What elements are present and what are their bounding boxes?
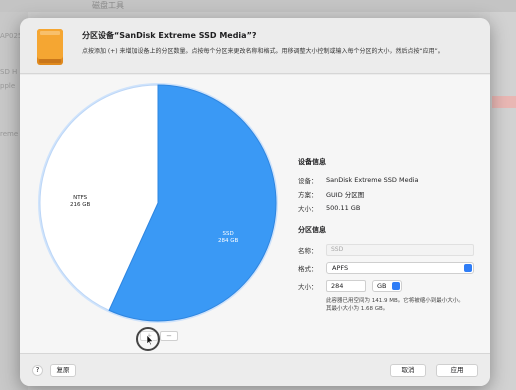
background-right-pane (490, 12, 516, 390)
background-accent (492, 96, 516, 108)
background-titlebar: 磁盘工具 (0, 0, 516, 12)
device-info-title: 设备信息 (298, 158, 326, 166)
device-label: 设备： (298, 177, 318, 185)
device-size-row: 大小： 500.11 GB (298, 201, 484, 215)
device-row: 设备： SanDisk Extreme SSD Media (298, 173, 484, 187)
pointer-cursor-icon (146, 335, 154, 345)
size-note-line1: 此容器已用空间为 141.9 MB。它将被缩小到最小大小。 (326, 298, 464, 304)
size-row: 大小： 284 GB (298, 277, 484, 295)
info-panel: 设备信息 设备： SanDisk Extreme SSD Media 方案： G… (298, 157, 484, 313)
external-drive-icon (37, 29, 63, 65)
format-row: 格式： APFS (298, 259, 484, 277)
dialog-header: 分区设备“SanDisk Extreme SSD Media”? 点按添加 (+… (20, 18, 490, 74)
cancel-button[interactable]: 取消 (390, 364, 426, 377)
scheme-value: GUID 分区图 (326, 191, 365, 199)
dialog-footer: ? 复原 取消 应用 (20, 353, 490, 386)
background-sidebar-item: pple (0, 82, 16, 90)
dialog-title: 分区设备“SanDisk Extreme SSD Media”? (82, 31, 257, 40)
pie-label-ntfs: NTFS 216 GB (70, 195, 90, 209)
name-label: 名称： (298, 247, 318, 255)
background-sidebar-item: SD H (0, 68, 18, 76)
dialog-subtitle: 点按添加 (+) 来增加设备上的分区数量。点按每个分区来更改名称和格式。用移调整… (82, 48, 444, 55)
pie-label-ntfs-name: NTFS (73, 195, 88, 201)
partition-pie-chart[interactable]: NTFS 216 GB SSD 284 GB (36, 81, 280, 325)
size-unit-select[interactable]: GB (372, 280, 402, 292)
partition-info-title: 分区信息 (298, 226, 326, 234)
size-label: 大小： (298, 283, 318, 291)
scheme-row: 方案： GUID 分区图 (298, 187, 484, 201)
chevron-updown-icon (464, 264, 472, 272)
background-title: 磁盘工具 (92, 1, 124, 10)
device-size-value: 500.11 GB (326, 204, 361, 212)
pie-label-ssd-size: 284 GB (218, 238, 239, 244)
device-value: SanDisk Extreme SSD Media (326, 176, 419, 184)
partition-dialog: 分区设备“SanDisk Extreme SSD Media”? 点按添加 (+… (20, 18, 490, 386)
remove-partition-button[interactable]: − (160, 331, 178, 341)
apply-button[interactable]: 应用 (436, 364, 478, 377)
scheme-label: 方案： (298, 191, 318, 199)
dialog-content: NTFS 216 GB SSD 284 GB + − 设备信息 设备： SanD… (20, 75, 490, 353)
revert-button[interactable]: 复原 (50, 364, 76, 377)
device-size-label: 大小： (298, 205, 318, 213)
help-button[interactable]: ? (32, 365, 43, 376)
format-value: APFS (332, 264, 349, 272)
pie-label-ssd-name: SSD (222, 231, 234, 237)
name-row: 名称： SSD (298, 241, 484, 259)
format-label: 格式： (298, 265, 318, 273)
partition-size-field[interactable]: 284 (326, 280, 366, 292)
size-unit-value: GB (377, 282, 387, 290)
partition-name-field[interactable]: SSD (326, 244, 474, 256)
pie-label-ssd: SSD 284 GB (218, 231, 238, 245)
format-select[interactable]: APFS (326, 262, 474, 274)
chevron-updown-icon (392, 282, 400, 290)
pie-label-ntfs-size: 216 GB (70, 202, 91, 208)
size-note-line2: 其最小大小为 1.68 GB。 (326, 306, 389, 312)
size-note: 此容器已用空间为 141.9 MB。它将被缩小到最小大小。 其最小大小为 1.6… (326, 297, 484, 313)
